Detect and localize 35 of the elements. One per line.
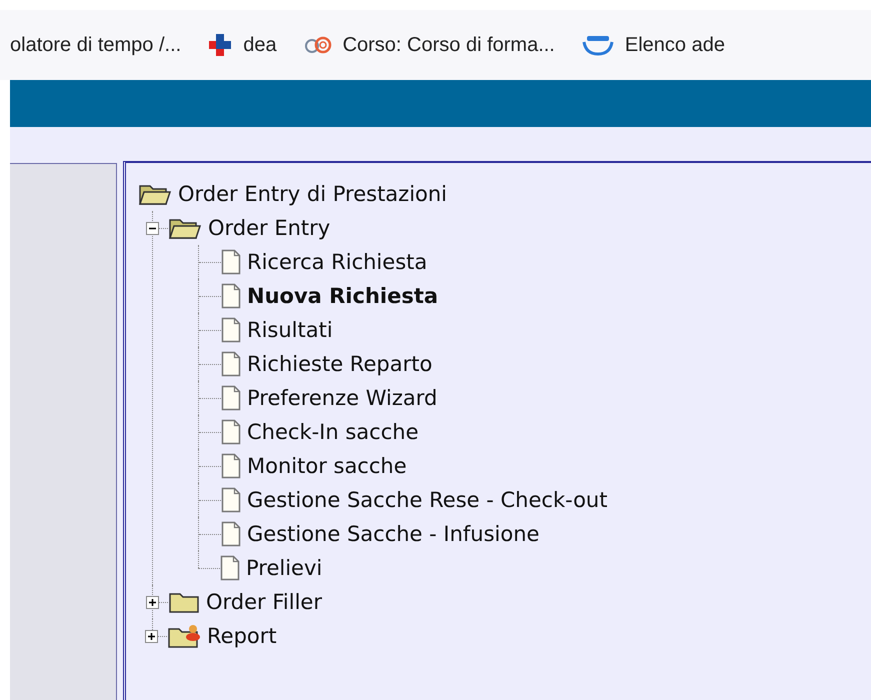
- tree-item[interactable]: Ricerca Richiesta: [247, 250, 428, 274]
- tree-item[interactable]: Monitor sacche: [247, 454, 407, 478]
- document-icon: [221, 351, 241, 377]
- bookmark-link[interactable]: olatore di tempo /...: [10, 34, 182, 56]
- tree-item[interactable]: Check-In sacche: [247, 420, 418, 444]
- expand-icon[interactable]: [145, 630, 158, 642]
- tree-item[interactable]: Order Entry di Prestazioni: [178, 182, 448, 206]
- document-icon: [221, 283, 241, 309]
- document-icon: [221, 453, 241, 479]
- tree-item[interactable]: Richieste Reparto: [247, 352, 432, 376]
- tree-item[interactable]: Gestione Sacche - Infusione: [247, 522, 540, 546]
- tree-item[interactable]: Preferenze Wizard: [247, 386, 438, 410]
- bookmark-link[interactable]: Corso: Corso di forma...: [342, 34, 555, 56]
- document-icon: [221, 249, 241, 275]
- document-icon: [221, 487, 241, 513]
- tree-item[interactable]: Order Filler: [206, 590, 322, 614]
- ring-icon: [302, 35, 333, 55]
- tree-item[interactable]: Nuova Richiesta: [247, 284, 438, 308]
- collapse-icon[interactable]: [146, 222, 159, 234]
- cloud-icon: [580, 34, 615, 56]
- document-icon: [221, 385, 241, 411]
- tree-item[interactable]: Order Entry: [208, 216, 330, 240]
- expand-icon[interactable]: [146, 596, 159, 608]
- tree-item[interactable]: Report: [207, 624, 277, 648]
- bookmark-link[interactable]: Elenco ade: [624, 34, 725, 56]
- document-icon: [221, 317, 241, 343]
- cross-icon: [207, 32, 234, 58]
- bookmark-link[interactable]: dea: [243, 34, 277, 56]
- document-icon: [221, 521, 241, 547]
- document-icon: [220, 555, 240, 581]
- tree-item[interactable]: Prelievi: [246, 556, 322, 580]
- tree-item[interactable]: Gestione Sacche Rese - Check-out: [247, 488, 608, 512]
- folder-icon: [167, 623, 201, 649]
- tree-item[interactable]: Risultati: [247, 318, 333, 342]
- document-icon: [221, 419, 241, 445]
